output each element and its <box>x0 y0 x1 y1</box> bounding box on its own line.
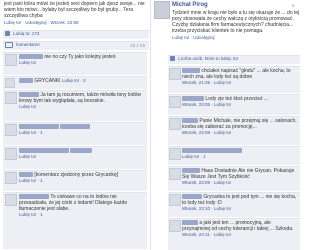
likes-count[interactable]: Lubią to: 173 <box>13 31 39 36</box>
avatar[interactable] <box>5 172 17 184</box>
comment-meta[interactable]: Lubię to! <box>19 154 144 159</box>
comment-4: Lubię to! · 1 <box>168 146 300 165</box>
avatar[interactable] <box>5 124 17 136</box>
commenter-name-redacted[interactable] <box>19 194 49 200</box>
commenter-name-redacted[interactable] <box>182 96 204 102</box>
comment-meta[interactable]: Wtorek, 23:10 · Lubię to! <box>182 206 297 211</box>
post-text: jest pani która mówi że jesteś sexi dopi… <box>4 1 145 19</box>
comment-meta[interactable]: Lubię to! · 1 <box>19 130 144 135</box>
thumbs-up-icon <box>5 31 10 37</box>
comments-header-label[interactable]: komentarze <box>16 42 40 47</box>
commenter-name-redacted[interactable] <box>19 172 33 178</box>
avatar[interactable] <box>169 168 181 180</box>
comment-meta[interactable]: Wtorek, 23:05 · Lubię to! <box>182 102 297 107</box>
comments-header[interactable]: komentarze 15 z 59 <box>3 41 149 50</box>
avatar[interactable] <box>5 78 15 88</box>
commenter-name-redacted[interactable] <box>182 118 198 124</box>
comment-text: GRYCANKI <box>34 78 61 84</box>
post-meta: Lubię to! · Udostępnij · Wtorek, 22:59 <box>4 20 79 25</box>
comment-text: [komentarz zjedzony przez Grycankę] <box>34 172 119 178</box>
commenter-name-redacted[interactable] <box>182 220 198 226</box>
comment-meta[interactable]: Lubię to! · 1 <box>19 178 144 183</box>
avatar[interactable] <box>169 118 181 130</box>
avatar[interactable] <box>169 96 181 108</box>
commenter-name-redacted[interactable] <box>182 168 200 174</box>
comment-text: a jaki jest ten ... promocyjną, ale przy… <box>182 220 294 232</box>
likes-row[interactable]: Liczba osób, które to lubią: 54 <box>168 55 300 64</box>
right-post-panel: Michał Pirog × Tydzień mnie w kraju nie … <box>152 0 300 250</box>
comment-text: nie no czy Ty jako kolejny jesteś <box>44 54 116 60</box>
comment-meta[interactable]: Lubię to! · 2 <box>62 78 86 83</box>
comment-meta[interactable]: Lubię to! · 1 <box>19 212 144 217</box>
post-actions[interactable]: Lubię to! · Udostępnij · Wtorek, 22:59 <box>4 20 79 25</box>
post-actions[interactable]: Lubię to! · Udostępnij <box>172 35 215 40</box>
comment-1: chciałeś napisać "głodu" ... ale kocha, … <box>168 66 300 93</box>
comment-4: Lubię to! · 1 <box>3 122 147 145</box>
avatar[interactable] <box>169 68 181 80</box>
avatar[interactable] <box>169 220 181 232</box>
comment-meta[interactable]: Wtorek, 23:08 · Lubię to! <box>182 130 297 135</box>
author-name[interactable]: Michał Pirog <box>172 2 208 8</box>
avatar[interactable] <box>169 148 181 160</box>
avatar[interactable] <box>5 92 17 104</box>
thumbs-up-icon <box>170 56 175 62</box>
comment-meta[interactable]: Wtorek, 23:11 · Lubię to! <box>182 232 297 237</box>
commenter-name-redacted[interactable] <box>182 68 200 74</box>
commenter-name-redacted[interactable] <box>19 92 39 98</box>
comment-6: Grycanka to jest pod tym ... nie się koc… <box>168 192 300 217</box>
comments-count: 15 z 59 <box>130 43 145 48</box>
avatar[interactable] <box>169 194 181 206</box>
post-text: Tydzień mnie w kraju nie było a tu się o… <box>172 10 300 34</box>
comment-6: [komentarz zjedzony przez Grycankę] Lubi… <box>3 170 147 191</box>
commenter-name-redacted[interactable] <box>19 124 59 130</box>
commenter-name-redacted[interactable] <box>19 148 69 154</box>
likes-count[interactable]: Liczba osób, które to lubią: 54 <box>178 56 238 61</box>
comment-5: Lubię to! <box>3 146 147 169</box>
avatar[interactable] <box>5 148 17 160</box>
commenter-name-redacted[interactable] <box>19 78 33 84</box>
comment-meta[interactable]: Wtorek, 23:09 · Lubię to! <box>182 180 297 185</box>
comment-bubble-icon <box>5 42 13 48</box>
comment-7: a jaki jest ten ... promocyjną, ale przy… <box>168 218 300 250</box>
commenter-name-redacted[interactable] <box>182 148 242 154</box>
comment-5: Haas Dostadnie Ale nie Grycan. Pokazuje … <box>168 166 300 191</box>
comment-text-redacted <box>60 124 91 130</box>
comment-text-redacted <box>70 148 93 154</box>
comment-2: GRYCANKI Lubię to! · 2 <box>3 76 147 89</box>
comment-1: nie no czy Ty jako kolejny jesteś Lubię … <box>3 52 147 75</box>
comment-meta[interactable]: Lubię to! <box>19 60 144 65</box>
comment-meta[interactable]: Lubię to! · 1 <box>182 154 297 159</box>
likes-row[interactable]: Lubią to: 173 <box>3 30 149 39</box>
comment-text: Panie Michale, nie przejmuj się ... salo… <box>182 118 297 130</box>
avatar[interactable] <box>5 54 17 66</box>
comment-meta[interactable]: Lubię to! <box>19 104 144 109</box>
comment-meta[interactable]: Wtorek, 21:25 · Lubię to! <box>182 80 297 85</box>
commenter-name-redacted[interactable] <box>182 194 202 200</box>
avatar[interactable] <box>154 1 170 19</box>
left-post-panel: jest pani która mówi że jesteś sexi dopi… <box>0 0 151 250</box>
comment-2: Lody zje też ktoś przecież ... Wtorek, 2… <box>168 94 300 115</box>
commenter-name-redacted[interactable] <box>19 54 43 60</box>
comment-7: To ciekawe co na to lodów nie przesadzał… <box>3 192 147 249</box>
comment-3: Panie Michale, nie przejmuj się ... salo… <box>168 116 300 145</box>
avatar[interactable] <box>5 194 17 206</box>
comment-3: Ja tam ją rozumiem, także mówiła tony lo… <box>3 90 147 121</box>
